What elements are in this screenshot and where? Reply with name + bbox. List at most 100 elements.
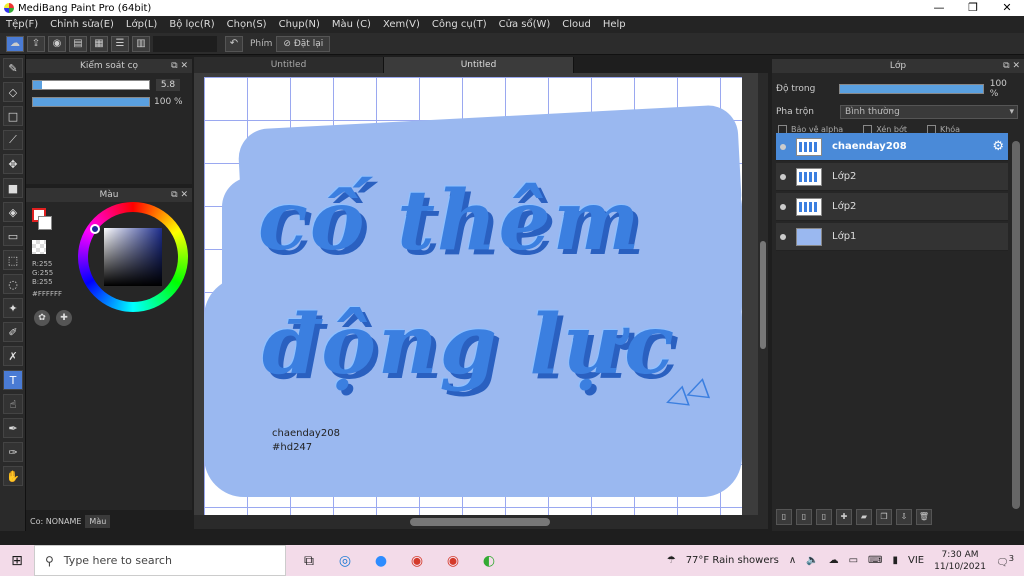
color-wheel[interactable] [78, 202, 188, 312]
brush-icon[interactable]: ✎ [3, 58, 23, 78]
rectangle-icon[interactable]: □ [3, 106, 23, 126]
gradient-icon[interactable]: ▭ [3, 226, 23, 246]
palette-add-icon[interactable]: ✚ [56, 310, 72, 326]
eyedropper-icon[interactable]: ✒ [3, 418, 23, 438]
menu-filter[interactable]: Bộ lọc(R) [169, 19, 214, 30]
delete-layer-icon[interactable]: 🗑 [916, 509, 932, 525]
drawing-canvas[interactable]: cố thêm động lực ◁◁ chaenday208 #hd247 [204, 77, 742, 515]
panel-controls[interactable]: ⧉ ✕ [171, 188, 188, 202]
color-tab[interactable]: Màu [85, 515, 111, 528]
brush-size-value[interactable]: 5.8 [156, 79, 180, 91]
volume-icon[interactable]: 🔈 [806, 555, 818, 566]
close-icon[interactable]: ✕ [990, 0, 1024, 16]
canvas-vertical-scrollbar[interactable] [758, 73, 768, 515]
select-pen-icon[interactable]: ✐ [3, 322, 23, 342]
network-icon[interactable]: ▭ [849, 555, 858, 566]
visibility-icon[interactable] [780, 143, 786, 150]
panel-controls[interactable]: ⧉ ✕ [1003, 59, 1020, 73]
select-eraser-icon[interactable]: ✗ [3, 346, 23, 366]
layer-list-scrollbar[interactable] [1012, 141, 1020, 509]
merge-layer-icon[interactable]: ⇩ [896, 509, 912, 525]
menu-view[interactable]: Xem(V) [383, 19, 420, 30]
menu-window[interactable]: Cửa sổ(W) [499, 19, 551, 30]
gear-icon[interactable]: ⚙ [992, 139, 1004, 154]
minimize-icon[interactable]: — [922, 0, 956, 16]
line-icon[interactable]: ⟋ [3, 130, 23, 150]
magic-wand-icon[interactable]: ✦ [3, 298, 23, 318]
keyboard-icon[interactable]: ⌨ [868, 555, 882, 566]
layer-item[interactable]: Lớp2 [776, 163, 1008, 191]
background-swatch[interactable] [38, 216, 52, 230]
brush-size-slider[interactable] [32, 80, 150, 90]
medibang-icon[interactable]: ◐ [476, 545, 502, 576]
menu-select[interactable]: Chọn(S) [227, 19, 267, 30]
visibility-icon[interactable] [780, 233, 786, 240]
folder-icon[interactable]: ▰ [856, 509, 872, 525]
saturation-square[interactable] [104, 228, 162, 286]
taskbar-search[interactable]: ⚲ Type here to search [34, 545, 286, 576]
hand-icon[interactable]: ✋ [3, 466, 23, 486]
menu-file[interactable]: Tệp(F) [6, 19, 38, 30]
lasso-icon[interactable]: ◌ [3, 274, 23, 294]
layer-opacity-slider[interactable] [839, 84, 984, 94]
chrome-profile-icon[interactable]: ◉ [440, 545, 466, 576]
layer-item[interactable]: Lớp2 [776, 193, 1008, 221]
clock[interactable]: 7:30 AM 11/10/2021 [934, 549, 986, 573]
palette-icon[interactable]: ✿ [34, 310, 50, 326]
hue-knob[interactable] [90, 224, 100, 234]
fill-rect-icon[interactable]: ■ [3, 178, 23, 198]
select-rect-icon[interactable]: ⬚ [3, 250, 23, 270]
hscroll-thumb[interactable] [410, 518, 550, 526]
weather-icon[interactable]: ☂ [667, 555, 676, 566]
share-icon[interactable]: ⇪ [27, 35, 45, 52]
reset-button[interactable]: ⊘ Đặt lại [276, 35, 331, 52]
zoom-icon[interactable]: ● [368, 545, 394, 576]
menu-help[interactable]: Help [603, 19, 626, 30]
undo-icon[interactable]: ↶ [225, 35, 243, 52]
menu-edit[interactable]: Chỉnh sửa(E) [50, 19, 114, 30]
language-indicator[interactable]: VIE [908, 555, 924, 566]
document-icon[interactable]: ▦ [90, 35, 108, 52]
brush-tab[interactable]: Co: NONAME [26, 515, 86, 528]
operation-icon[interactable]: ☝ [3, 394, 23, 414]
panel-controls[interactable]: ⧉ ✕ [171, 59, 188, 73]
blend-mode-select[interactable]: Bình thường [840, 105, 1018, 119]
doc-tab-1[interactable]: Untitled [194, 57, 384, 73]
notifications-icon[interactable]: 🗨3 [996, 553, 1014, 568]
add-layer-menu-icon[interactable]: ✚ [836, 509, 852, 525]
transparent-swatch[interactable] [32, 240, 46, 254]
layer-item[interactable]: Lớp1 [776, 223, 1008, 251]
pen-icon[interactable]: ✑ [3, 442, 23, 462]
edge-icon[interactable]: ◎ [332, 545, 358, 576]
cloud-icon[interactable]: ☁ [6, 35, 24, 52]
move-icon[interactable]: ✥ [3, 154, 23, 174]
menu-cloud[interactable]: Cloud [562, 19, 591, 30]
menu-tools[interactable]: Công cụ(T) [432, 19, 487, 30]
bucket-icon[interactable]: ◈ [3, 202, 23, 222]
layer-item[interactable]: chaenday208 ⚙ [776, 133, 1008, 161]
new-layer-1bit-icon[interactable]: ▯ [816, 509, 832, 525]
new-layer-8bit-icon[interactable]: ▯ [796, 509, 812, 525]
onedrive-icon[interactable]: ☁ [829, 555, 839, 566]
tray-chevron-icon[interactable]: ∧ [789, 555, 796, 566]
grid-icon[interactable]: ▥ [132, 35, 150, 52]
vscroll-thumb[interactable] [760, 241, 766, 349]
comment-icon[interactable]: ◉ [48, 35, 66, 52]
task-view-icon[interactable]: ⧉ [296, 545, 322, 576]
windows-start-icon[interactable]: ⊞ [0, 545, 34, 576]
menu-snap[interactable]: Chụp(N) [279, 19, 320, 30]
visibility-icon[interactable] [780, 203, 786, 210]
eraser-icon[interactable]: ◇ [3, 82, 23, 102]
duplicate-layer-icon[interactable]: ❐ [876, 509, 892, 525]
chat-icon[interactable]: ▤ [69, 35, 87, 52]
battery-icon[interactable]: ▮ [892, 555, 898, 566]
text-icon[interactable]: T [3, 370, 23, 390]
new-layer-icon[interactable]: ▯ [776, 509, 792, 525]
maximize-icon[interactable]: ❐ [956, 0, 990, 16]
brush-opacity-slider[interactable] [32, 97, 150, 107]
list-icon[interactable]: ☰ [111, 35, 129, 52]
canvas-horizontal-scrollbar[interactable] [194, 515, 768, 529]
doc-tab-2[interactable]: Untitled [384, 57, 574, 73]
menu-layer[interactable]: Lớp(L) [126, 19, 157, 30]
chrome-icon[interactable]: ◉ [404, 545, 430, 576]
